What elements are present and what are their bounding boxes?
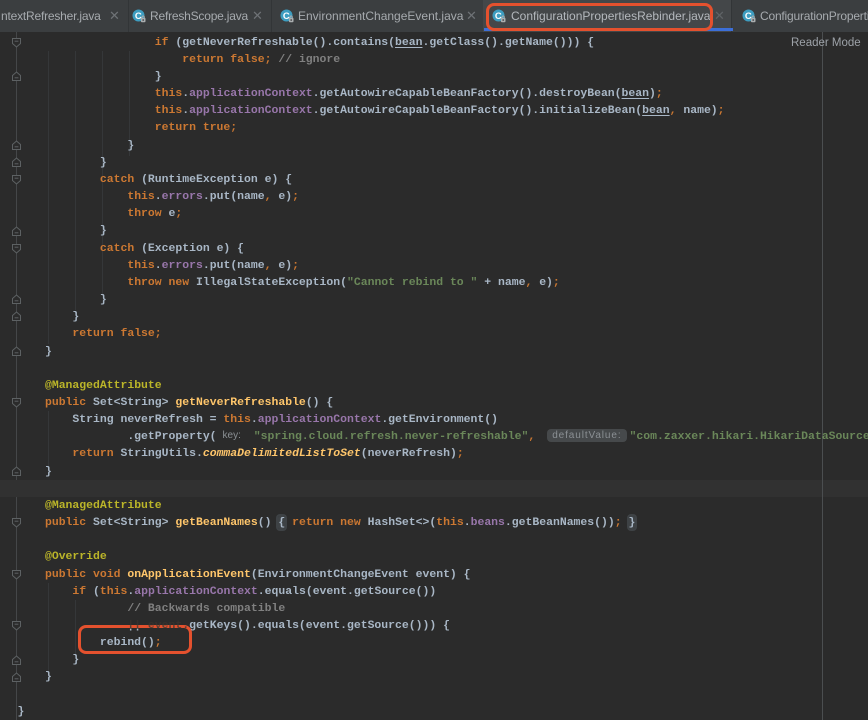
svg-text:C: C — [283, 11, 290, 22]
svg-text:C: C — [745, 11, 752, 22]
svg-text:C: C — [135, 11, 142, 22]
